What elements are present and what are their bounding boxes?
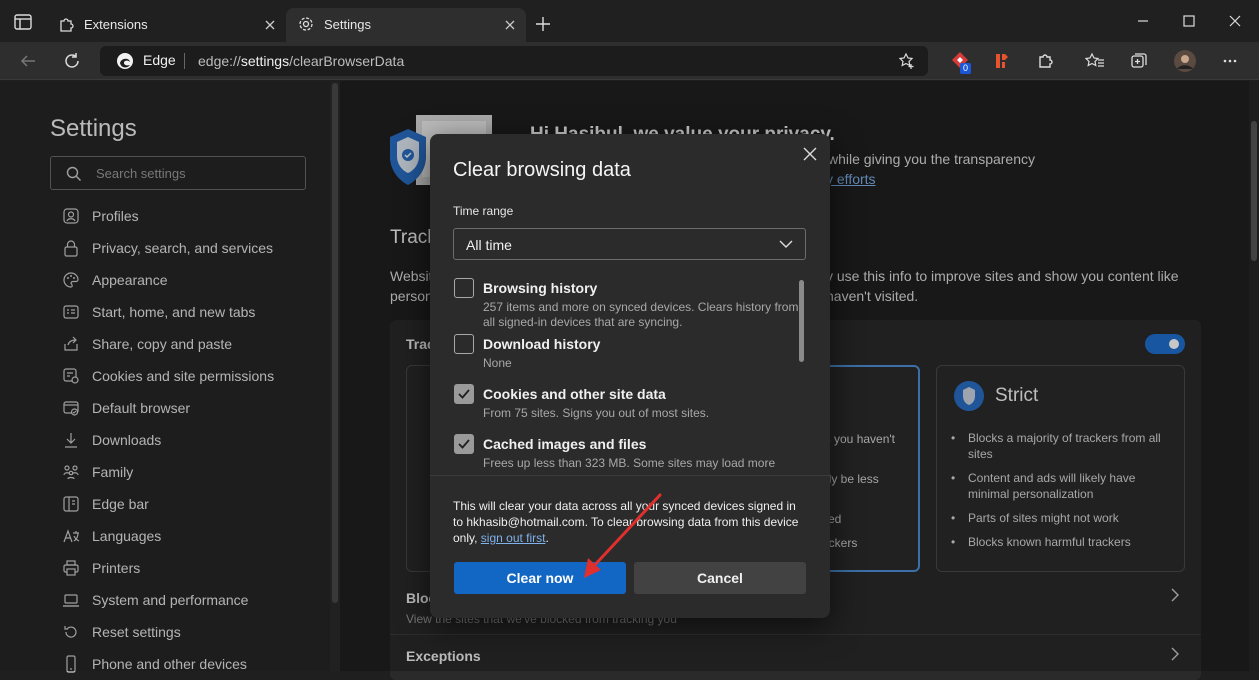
favorites-icon[interactable] (1080, 46, 1110, 76)
edge-logo-icon (116, 52, 134, 70)
address-bar[interactable]: Edge edge://settings/clearBrowserData (100, 46, 928, 76)
add-favorite-icon[interactable] (898, 52, 916, 70)
browsing-history-checkbox[interactable] (454, 278, 474, 298)
sign-out-link[interactable]: sign out first (481, 531, 546, 545)
cookies-checkbox[interactable] (454, 384, 474, 404)
clear-now-button[interactable]: Clear now (454, 562, 626, 594)
minimize-button[interactable] (1120, 6, 1166, 36)
extension-button[interactable]: 0 (945, 46, 975, 76)
download-history-checkbox[interactable] (454, 334, 474, 354)
collections-icon[interactable] (1124, 46, 1154, 76)
back-button[interactable] (13, 46, 43, 76)
tab-strip: Extensions Settings (0, 0, 1259, 42)
tab-actions-icon[interactable] (14, 14, 32, 30)
chevron-down-icon (779, 239, 793, 249)
checkmark-icon (458, 439, 470, 449)
checkbox-label: Cached images and files (483, 436, 647, 452)
gear-icon (298, 16, 314, 32)
extensions-icon[interactable] (1031, 46, 1061, 76)
bookmark-extension-icon[interactable] (987, 46, 1017, 76)
divider (184, 53, 185, 69)
tab-extensions[interactable]: Extensions (46, 8, 286, 42)
clipped-description: Frees up less than 323 MB. Some sites ma… (483, 456, 803, 473)
dialog-scrollbar-thumb[interactable] (799, 280, 804, 362)
time-range-label: Time range (453, 204, 514, 218)
more-options-icon[interactable] (1215, 46, 1245, 76)
checkbox-description: None (483, 356, 512, 370)
close-tab-icon[interactable] (262, 17, 278, 33)
site-brand: Edge (143, 52, 176, 68)
tab-settings[interactable]: Settings (286, 8, 526, 42)
avatar[interactable] (1170, 46, 1200, 76)
extension-badge: 0 (960, 63, 972, 74)
url-text[interactable]: edge://settings/clearBrowserData (198, 53, 404, 69)
time-range-value: All time (466, 237, 512, 253)
checkbox-description: 257 items and more on synced devices. Cl… (483, 300, 799, 329)
new-tab-icon[interactable] (535, 16, 551, 32)
tab-label: Extensions (84, 17, 148, 32)
checkmark-icon (458, 389, 470, 399)
divider (430, 475, 830, 476)
tab-label: Settings (324, 17, 371, 32)
refresh-button[interactable] (57, 46, 87, 76)
close-tab-icon[interactable] (502, 17, 518, 33)
checkbox-label: Cookies and other site data (483, 386, 666, 402)
maximize-button[interactable] (1166, 6, 1212, 36)
checkbox-description: Frees up less than 323 MB. Some sites ma… (483, 456, 776, 473)
checkbox-label: Download history (483, 336, 601, 352)
checkbox-label: Browsing history (483, 280, 598, 296)
dialog-title: Clear browsing data (453, 159, 631, 181)
toolbar: Edge edge://settings/clearBrowserData 0 (0, 42, 1259, 80)
sync-notice: This will clear your data across all you… (453, 499, 799, 545)
cancel-button[interactable]: Cancel (634, 562, 806, 594)
clear-browsing-data-dialog: Clear browsing data Time range All time … (430, 134, 830, 618)
puzzle-icon (58, 16, 74, 32)
cached-images-checkbox[interactable] (454, 434, 474, 454)
close-window-button[interactable] (1212, 6, 1258, 36)
checkbox-description: From 75 sites. Signs you out of most sit… (483, 406, 710, 420)
time-range-select[interactable]: All time (453, 228, 806, 260)
close-dialog-icon[interactable] (800, 144, 820, 164)
